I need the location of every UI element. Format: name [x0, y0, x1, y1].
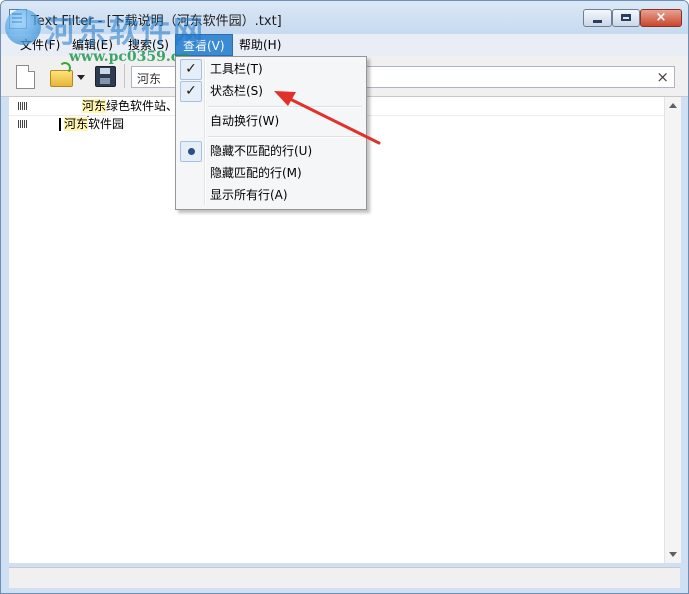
toolbar-separator	[124, 64, 125, 88]
view-menu-dropdown: ✓ 工具栏(T) ✓ 状态栏(S) 自动换行(W) 隐藏不匹配的行(U) 隐藏匹…	[175, 56, 367, 210]
open-folder-icon[interactable]	[50, 62, 73, 87]
minimize-icon	[593, 20, 602, 23]
line-marker-icon	[18, 120, 27, 128]
menu-item-label: 显示所有行(A)	[210, 188, 288, 202]
menu-item-statusbar[interactable]: ✓ 状态栏(S)	[178, 81, 364, 102]
checkmark-icon: ✓	[180, 59, 202, 80]
status-bar	[9, 567, 680, 588]
line-content: 河东软件园	[64, 115, 124, 133]
scroll-down-icon[interactable]	[669, 552, 677, 557]
radio-dot-icon	[180, 141, 202, 162]
watermark-url: www.pc0359.cn	[69, 49, 190, 65]
maximize-button[interactable]	[612, 9, 640, 27]
line-text: 绿色软件站、	[106, 99, 179, 113]
menu-item-hide-matched[interactable]: 隐藏匹配的行(M)	[178, 163, 364, 184]
line-text: 软件园	[88, 117, 125, 131]
text-caret	[59, 118, 61, 131]
checkmark-icon: ✓	[180, 81, 202, 102]
app-window: Text Filter - [下载说明（河东软件园）.txt] × 文件(F) …	[0, 0, 689, 594]
watermark-text: 河东软件网	[45, 15, 205, 50]
maximize-icon	[621, 14, 631, 21]
close-button[interactable]: ×	[640, 9, 682, 27]
menu-separator	[208, 136, 362, 138]
save-disk-icon[interactable]	[95, 66, 116, 87]
scroll-up-icon[interactable]	[669, 103, 677, 108]
menu-item-label: 自动换行(W)	[210, 114, 280, 128]
menu-item-label: 工具栏(T)	[210, 62, 263, 76]
match-highlight: 河东	[82, 99, 107, 113]
menu-item-label: 隐藏不匹配的行(U)	[210, 144, 313, 158]
menu-item-word-wrap[interactable]: 自动换行(W)	[178, 111, 364, 132]
new-file-icon[interactable]	[16, 65, 35, 89]
clear-icon[interactable]: ×	[656, 68, 669, 86]
watermark-logo-icon	[5, 9, 41, 45]
menu-item-label: 隐藏匹配的行(M)	[210, 166, 302, 180]
menu-item-show-all[interactable]: 显示所有行(A)	[178, 185, 364, 206]
close-icon: ×	[655, 10, 667, 25]
menu-item-label: 状态栏(S)	[210, 84, 263, 98]
line-content: 河东绿色软件站、	[82, 97, 178, 115]
stray-dot	[87, 116, 89, 117]
match-highlight: 河东	[64, 117, 89, 131]
minimize-button[interactable]	[583, 9, 612, 27]
menu-help[interactable]: 帮助(H)	[232, 34, 288, 56]
menu-item-hide-unmatched[interactable]: 隐藏不匹配的行(U)	[178, 141, 364, 162]
menu-item-toolbar[interactable]: ✓ 工具栏(T)	[178, 59, 364, 80]
vertical-scrollbar[interactable]	[664, 97, 681, 563]
menu-separator	[208, 106, 362, 108]
filter-input-value: 河东	[137, 72, 162, 86]
line-marker-icon	[18, 102, 27, 110]
dropdown-arrow-icon[interactable]	[77, 75, 85, 80]
